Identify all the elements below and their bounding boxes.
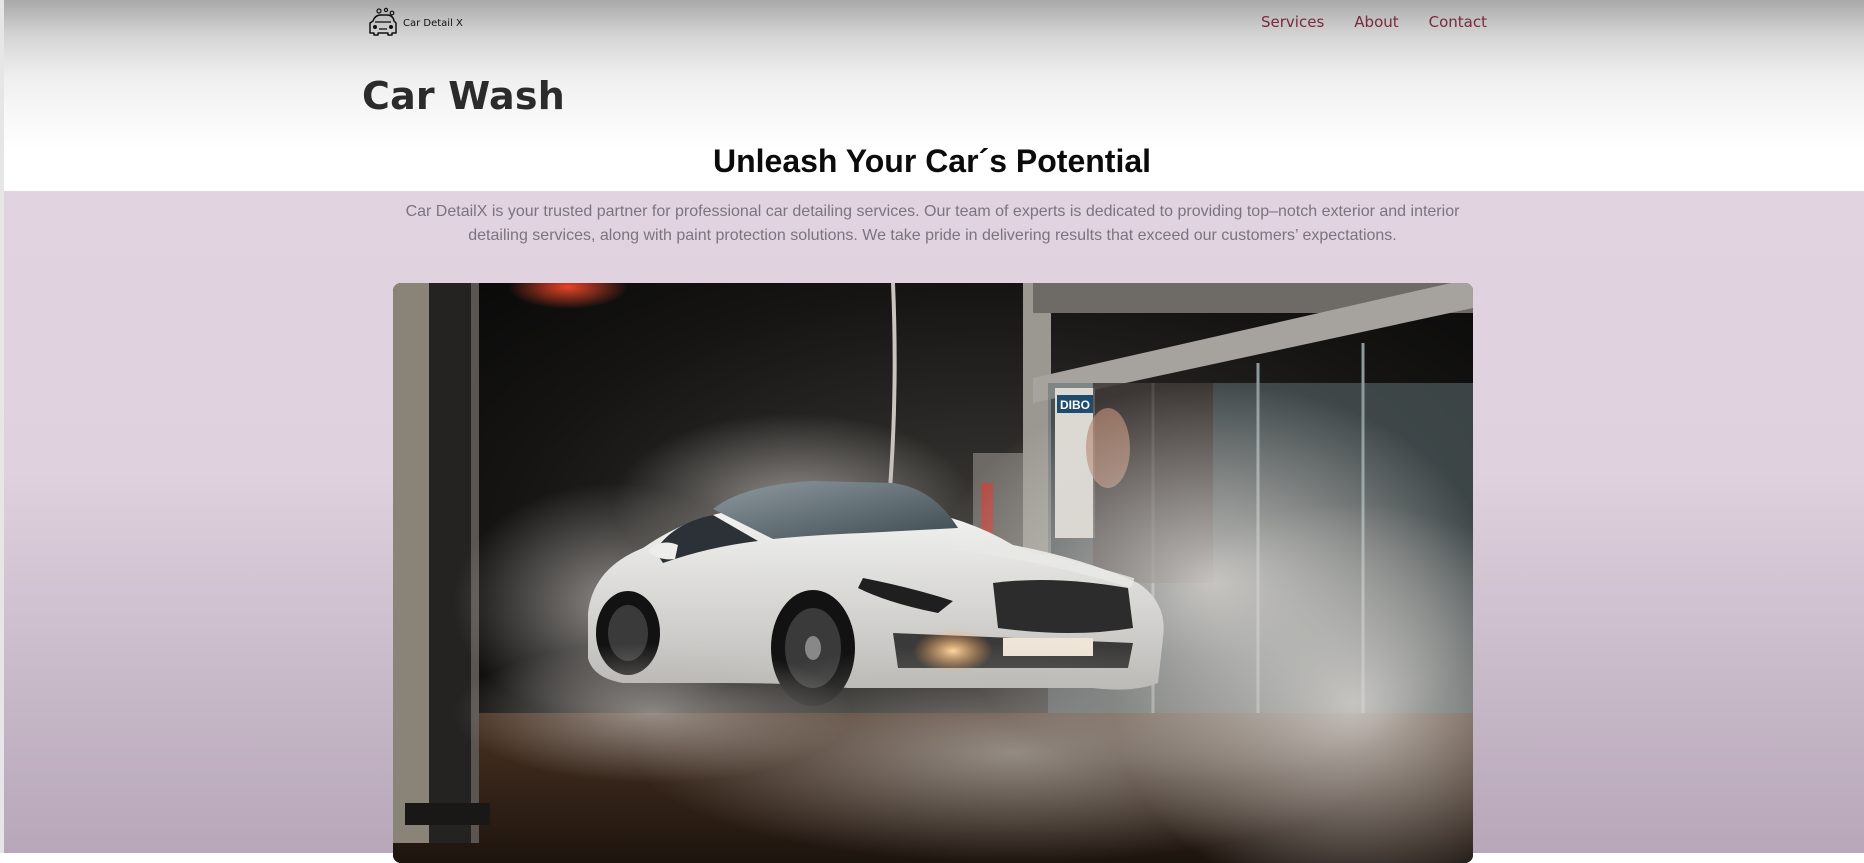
hero-image-car-wash: DIBO bbox=[393, 283, 1473, 863]
car-wash-logo-icon bbox=[369, 7, 397, 36]
navbar: Car Detail X Services About Contact bbox=[367, 3, 1487, 43]
left-edge-rule bbox=[0, 0, 4, 853]
hero-headline: Unleash Your Car´s Potential bbox=[712, 143, 1152, 179]
nav-links: Services About Contact bbox=[1231, 13, 1487, 31]
nav-link-about[interactable]: About bbox=[1354, 13, 1398, 31]
nav-link-services[interactable]: Services bbox=[1261, 13, 1324, 31]
hero-description: Car DetailX is your trusted partner for … bbox=[405, 203, 1460, 244]
nav-link-contact[interactable]: Contact bbox=[1429, 13, 1487, 31]
brand-name: Car Detail X bbox=[403, 17, 463, 29]
brand-link[interactable]: Car Detail X bbox=[367, 6, 463, 40]
page-title: Car Wash bbox=[362, 74, 565, 118]
